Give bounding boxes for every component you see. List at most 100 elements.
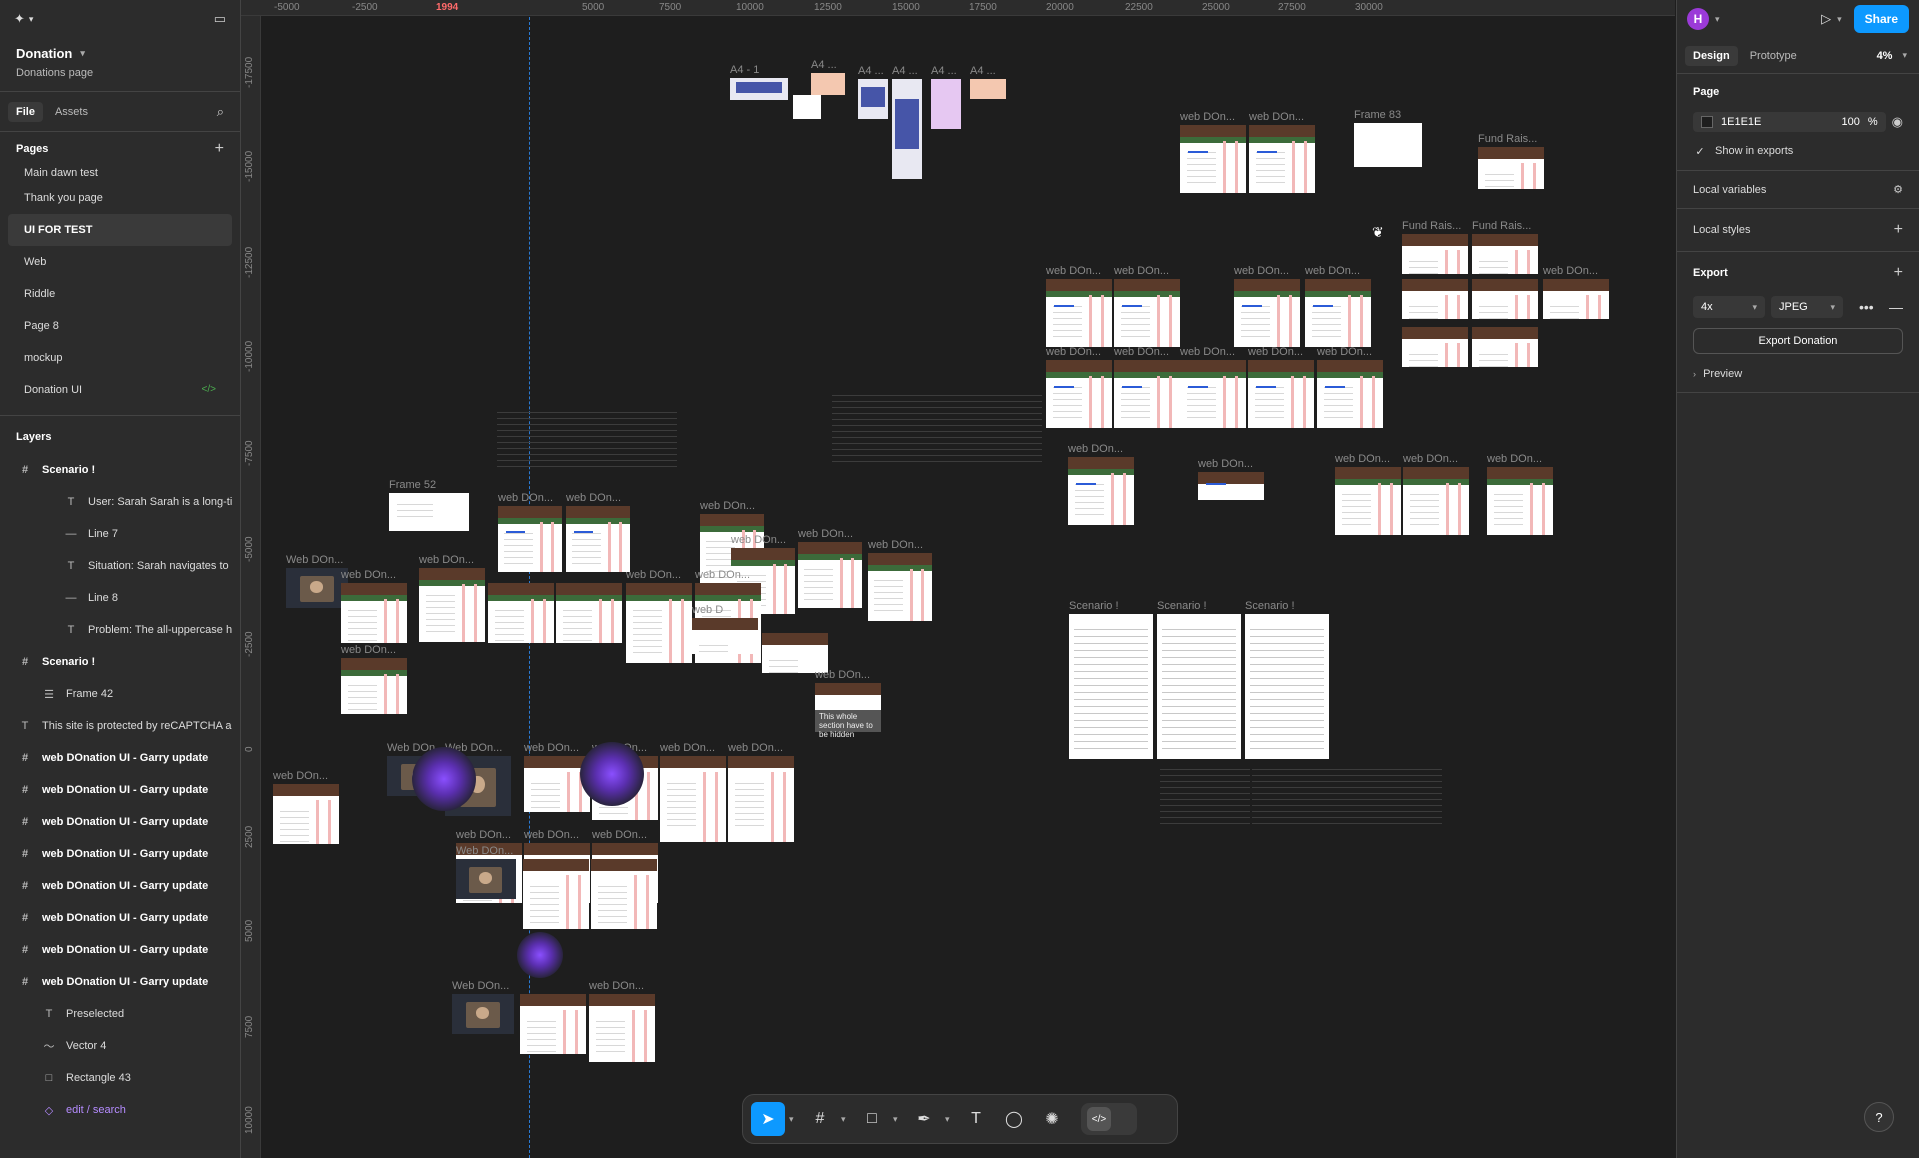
text-tool[interactable]: T	[959, 1102, 993, 1136]
canvas-frame[interactable]	[520, 994, 586, 1054]
layer-row[interactable]: ☰ Frame 42	[0, 678, 240, 710]
add-style-icon[interactable]: +	[1894, 221, 1903, 239]
canvas-frame[interactable]: A4 ...	[931, 65, 961, 129]
canvas-frame[interactable]: web DOn...	[1046, 265, 1112, 347]
canvas-frame[interactable]: A4 - 1	[730, 64, 788, 100]
page-item[interactable]: Page 8	[8, 310, 232, 342]
chevron-down-icon[interactable]: ▾	[789, 1114, 799, 1125]
layer-row[interactable]: # web DOnation UI - Garry update	[0, 934, 240, 966]
chevron-down-icon[interactable]: ▾	[841, 1114, 851, 1125]
page-item[interactable]: Thank you page	[8, 182, 232, 214]
canvas-frame[interactable]: web DOn...	[341, 569, 407, 643]
canvas-frame[interactable]: web DOn...	[1305, 265, 1371, 347]
avatar[interactable]: H	[1687, 8, 1709, 30]
main-menu-button[interactable]: ✦ ▾	[14, 11, 33, 27]
canvas-frame[interactable]: web DOn...	[660, 742, 726, 842]
frame-tool[interactable]: #	[803, 1102, 837, 1136]
layer-row[interactable]: # Scenario !	[0, 454, 240, 486]
layer-row[interactable]: # web DOnation UI - Garry update	[0, 742, 240, 774]
canvas-frame[interactable]: A4 ...	[970, 65, 1006, 99]
canvas-frame[interactable]	[793, 95, 821, 119]
tab-assets[interactable]: Assets	[47, 102, 96, 122]
layer-row[interactable]: # web DOnation UI - Garry update	[0, 774, 240, 806]
page-item[interactable]: Main dawn test	[8, 166, 232, 182]
color-swatch[interactable]	[1701, 116, 1713, 128]
bg-color-value[interactable]: 1E1E1E	[1721, 116, 1761, 128]
canvas-frame[interactable]: web D	[692, 604, 758, 654]
canvas-frame[interactable]: Scenario !	[1157, 600, 1241, 759]
canvas-frame[interactable]: web DOn...	[1543, 265, 1609, 319]
add-page-icon[interactable]: +	[215, 140, 224, 158]
actions-tool[interactable]: ✺	[1035, 1102, 1069, 1136]
page-background-field[interactable]: 1E1E1E 100 %	[1693, 112, 1886, 132]
canvas-frame[interactable]	[591, 859, 657, 929]
canvas-frame[interactable]: A4 ...	[858, 65, 888, 119]
canvas-frame[interactable]: web DOn...	[1046, 346, 1112, 428]
local-variables-label[interactable]: Local variables	[1693, 184, 1766, 196]
layer-row[interactable]: # web DOnation UI - Garry update	[0, 806, 240, 838]
canvas-frame[interactable]: web DOn...	[1403, 453, 1469, 535]
layer-row[interactable]: — Line 7	[0, 518, 240, 550]
canvas-frame[interactable]: web DOn...	[815, 669, 881, 713]
layer-row[interactable]: T This site is protected by reCAPTCHA a	[0, 710, 240, 742]
zoom-level[interactable]: 4%	[1877, 50, 1899, 62]
layer-row[interactable]: □ Rectangle 43	[0, 1062, 240, 1094]
canvas-frame[interactable]: web DOn...	[1180, 346, 1246, 428]
canvas-frame[interactable]: web DOn...	[1068, 443, 1134, 525]
search-icon[interactable]: ⌕	[217, 104, 232, 120]
layer-row[interactable]: T User: Sarah Sarah is a long-ti	[0, 486, 240, 518]
tab-file[interactable]: File	[8, 101, 43, 122]
canvas-frame[interactable]: web DOn...	[1249, 111, 1315, 193]
canvas[interactable]: A4 - 1 A4 ... A4 ... A4 ... A4 ... A4 ..…	[262, 17, 1675, 1158]
canvas-frame[interactable]: web DOn...	[798, 528, 862, 608]
canvas-frame[interactable]: A4 ...	[892, 65, 922, 179]
export-scale-select[interactable]: 4x ▾	[1693, 296, 1765, 318]
dev-mode-toggle[interactable]: </>	[1081, 1103, 1137, 1135]
export-button[interactable]: Export Donation	[1693, 328, 1903, 354]
page-item[interactable]: mockup	[8, 342, 232, 374]
layer-row[interactable]: — Line 8	[0, 582, 240, 614]
layer-row[interactable]: # web DOnation UI - Garry update	[0, 838, 240, 870]
layer-row[interactable]: ◇ edit / search	[0, 1094, 240, 1126]
canvas-frame[interactable]: web DOn...	[1317, 346, 1383, 428]
chevron-down-icon[interactable]: ▾	[1902, 50, 1911, 61]
opacity-value[interactable]: 100	[1842, 116, 1860, 128]
canvas-frame[interactable]: Scenario !	[1069, 600, 1153, 759]
canvas-frame[interactable]	[556, 583, 622, 643]
add-export-icon[interactable]: +	[1894, 264, 1903, 282]
canvas-frame[interactable]: Fund Rais...	[1478, 133, 1544, 189]
remove-export-icon[interactable]: —	[1889, 299, 1903, 315]
sliders-icon[interactable]: ⚙	[1893, 183, 1903, 196]
canvas-frame[interactable]: web DOn...	[566, 492, 630, 572]
canvas-frame[interactable]: Scenario !	[1245, 600, 1329, 759]
move-tool[interactable]: ➤	[751, 1102, 785, 1136]
canvas-frame[interactable]: web DOn...	[1335, 453, 1401, 535]
canvas-frame[interactable]: Web DOn...	[452, 980, 514, 1034]
canvas-frame[interactable]	[1472, 327, 1538, 367]
comment-tool[interactable]: ◯	[997, 1102, 1031, 1136]
canvas-frame[interactable]: Fund Rais...	[1402, 220, 1468, 274]
canvas-frame[interactable]: web DOn...	[341, 644, 407, 714]
show-in-exports-row[interactable]: ✓ Show in exports	[1693, 144, 1903, 158]
canvas-frame[interactable]	[1402, 279, 1468, 319]
layer-row[interactable]: T Preselected	[0, 998, 240, 1030]
layer-row[interactable]: T Situation: Sarah navigates to	[0, 550, 240, 582]
canvas-frame[interactable]: web DOn...	[868, 539, 932, 621]
help-button[interactable]: ?	[1864, 1102, 1894, 1132]
canvas-frame[interactable]: web DOn...	[728, 742, 794, 842]
canvas-frame[interactable]: web DOn...	[1180, 111, 1246, 193]
page-item[interactable]: Donation UI </>	[8, 374, 232, 406]
chevron-down-icon[interactable]: ▾	[1837, 14, 1842, 25]
canvas-frame[interactable]: web DOn...	[1487, 453, 1553, 535]
canvas-frame[interactable]: web DOn...	[589, 980, 655, 1062]
canvas-frame[interactable]: web DOn...	[1114, 346, 1180, 428]
layer-row[interactable]: # Scenario !	[0, 646, 240, 678]
preview-toggle[interactable]: › Preview	[1693, 368, 1903, 380]
page-item[interactable]: Riddle	[8, 278, 232, 310]
canvas-frame[interactable]	[488, 583, 554, 643]
canvas-frame[interactable]: Web DOn...	[456, 845, 516, 899]
more-options-icon[interactable]: •••	[1859, 299, 1874, 315]
export-format-select[interactable]: JPEG ▾	[1771, 296, 1843, 318]
sidebar-toggle-icon[interactable]: ▭	[214, 11, 226, 27]
canvas-frame[interactable]: Web DOn...	[286, 554, 348, 608]
